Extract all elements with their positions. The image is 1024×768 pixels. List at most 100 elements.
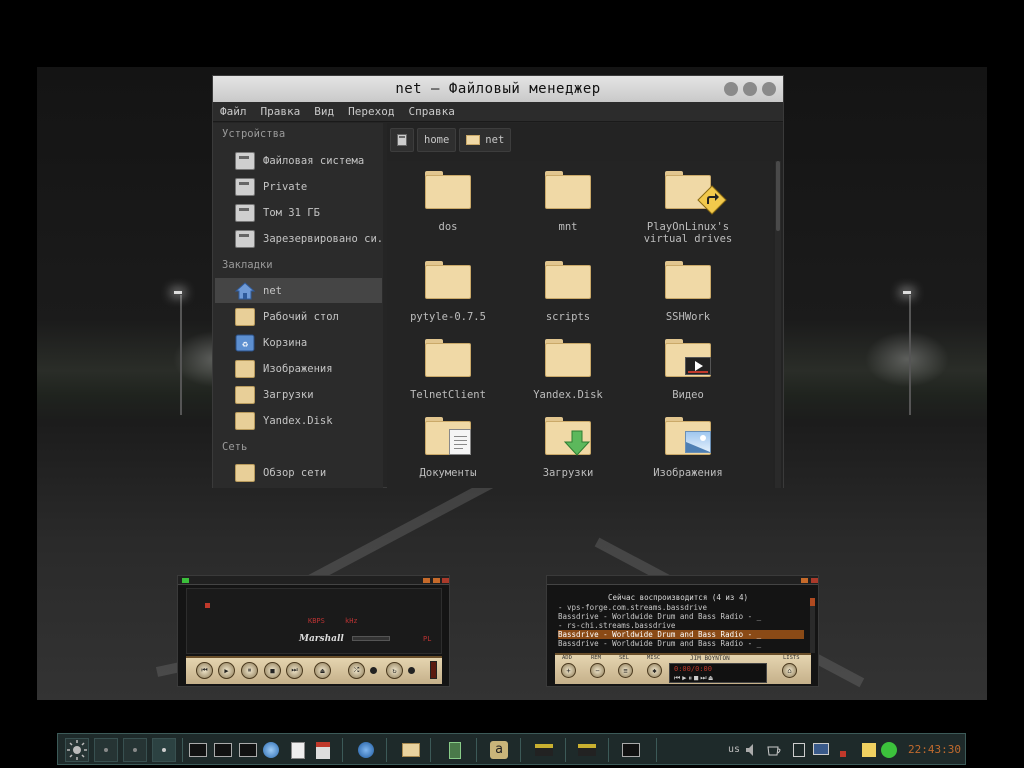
shuffle-button[interactable]: ⤮ [348, 662, 365, 679]
status-applet[interactable] [876, 740, 902, 760]
workspace-3[interactable] [152, 738, 176, 762]
window-titlebar[interactable]: net – Файловый менеджер [213, 76, 783, 102]
misc-button[interactable]: ✱ [647, 663, 662, 678]
playlist-row[interactable]: Bassdrive - Worldwide Drum and Bass Radi… [558, 612, 804, 621]
menu-file[interactable]: Файл [220, 105, 247, 118]
player-menu-icon[interactable] [182, 578, 189, 583]
minimize-button[interactable] [724, 82, 738, 96]
sidebar-item-trash[interactable]: ♻ Корзина [215, 330, 382, 355]
balance-slider[interactable] [352, 636, 390, 641]
terminal-launcher[interactable] [236, 740, 262, 760]
taskbar-separator [342, 738, 343, 762]
menu-go[interactable]: Переход [348, 105, 394, 118]
select-button[interactable]: ≡ [618, 663, 633, 678]
terminal-task[interactable] [618, 740, 644, 760]
mini-transport-buttons[interactable]: ⏮▶⏸■⏭⏏ [674, 674, 715, 683]
file-item-video[interactable]: Видео [629, 339, 747, 401]
playlist-close-button[interactable] [811, 578, 818, 583]
file-item-telnetclient[interactable]: TelnetClient [389, 339, 507, 401]
menu-help[interactable]: Справка [408, 105, 454, 118]
player-minimize-button[interactable] [423, 578, 430, 583]
workspace-1[interactable] [94, 738, 118, 762]
package-icon [316, 742, 330, 759]
clock[interactable]: 22:43:30 [908, 743, 961, 756]
terminal-launcher[interactable] [211, 740, 237, 760]
workspace-2[interactable] [123, 738, 147, 762]
file-item-yandex-disk[interactable]: Yandex.Disk [509, 339, 627, 401]
player-close-button[interactable] [442, 578, 449, 583]
add-button[interactable]: + [561, 663, 576, 678]
file-item-mnt[interactable]: mnt [509, 171, 627, 233]
playlist-row[interactable]: - rs-chi.streams.bassdrive [558, 621, 804, 630]
path-root-button[interactable] [390, 128, 414, 152]
keyboard-layout-indicator[interactable]: us [728, 744, 740, 755]
menu-view[interactable]: Вид [314, 105, 334, 118]
editor-task[interactable] [442, 740, 468, 760]
network-icon [235, 463, 255, 482]
sidebar-item-filesystem[interactable]: Файловая система [215, 148, 382, 173]
repeat-button[interactable]: ↻ [386, 662, 403, 679]
scrollbar[interactable] [775, 161, 781, 488]
pause-button[interactable]: ⏸ [241, 662, 258, 679]
path-segment-net[interactable]: net [459, 128, 512, 152]
file-manager-task[interactable] [398, 740, 424, 760]
previous-button[interactable]: ⏮ [196, 662, 213, 679]
player-titlebar[interactable] [178, 576, 449, 585]
file-item-playonlinux[interactable]: PlayOnLinux's virtual drives [629, 171, 747, 245]
file-item-sshwork[interactable]: SSHWork [629, 261, 747, 323]
lists-button[interactable]: ⌂ [782, 663, 797, 678]
folder-icon [425, 261, 471, 299]
volume-switch[interactable] [430, 661, 437, 679]
file-item-pytyle[interactable]: pytyle-0.7.5 [389, 261, 507, 323]
task-button[interactable] [574, 740, 600, 760]
next-button[interactable]: ⏭ [286, 662, 303, 679]
menu-edit[interactable]: Правка [261, 105, 301, 118]
signal-applet[interactable] [832, 740, 858, 760]
player-shade-button[interactable] [433, 578, 440, 583]
sidebar-item-yandex-disk[interactable]: Yandex.Disk [215, 408, 382, 433]
file-item-downloads[interactable]: Загрузки [509, 417, 627, 479]
playlist-scrollbar[interactable] [810, 598, 815, 653]
task-button[interactable] [531, 740, 557, 760]
close-button[interactable] [762, 82, 776, 96]
sidebar-item-desktop[interactable]: Рабочий стол [215, 304, 382, 329]
weather-applet[interactable] [65, 738, 89, 762]
file-item-dos[interactable]: dos [389, 171, 507, 233]
file-item-documents[interactable]: Документы [389, 417, 507, 479]
sidebar-item-reserved[interactable]: Зарезервировано си... [215, 226, 382, 251]
playlist-row-selected[interactable]: Bassdrive - Worldwide Drum and Bass Radi… [558, 630, 804, 639]
browser-task[interactable] [353, 740, 379, 760]
sidebar-item-private[interactable]: Private [215, 174, 382, 199]
repeat-indicator[interactable] [370, 667, 377, 674]
misc-label: MISC [647, 655, 661, 661]
remove-button[interactable]: − [590, 663, 605, 678]
file-item-scripts[interactable]: scripts [509, 261, 627, 323]
sidebar-item-downloads[interactable]: Загрузки [215, 382, 382, 407]
text-editor-launcher[interactable] [286, 740, 312, 760]
sidebar-item-pictures[interactable]: Изображения [215, 356, 382, 381]
install-launcher[interactable] [311, 740, 337, 760]
stop-button[interactable]: ■ [264, 662, 281, 679]
terminal-icon [622, 743, 640, 757]
maximize-button[interactable] [743, 82, 757, 96]
sidebar-item-volume[interactable]: Том 31 ГБ [215, 200, 382, 225]
sidebar-item-net[interactable]: net [215, 278, 382, 303]
eq-indicator[interactable] [408, 667, 415, 674]
file-grid: dos mnt PlayOnLinux's virtual drives pyt… [387, 161, 773, 488]
audio-player-task[interactable]: a [486, 740, 512, 760]
playlist-shade-button[interactable] [801, 578, 808, 583]
playlist-toggle[interactable]: PL [423, 635, 431, 643]
playlist-titlebar[interactable] [547, 576, 818, 585]
scrollbar-thumb[interactable] [776, 161, 780, 231]
playlist-row[interactable]: Bassdrive - Worldwide Drum and Bass Radi… [558, 639, 804, 648]
terminal-launcher[interactable] [186, 740, 212, 760]
network-launcher[interactable] [261, 740, 287, 760]
playlist-row[interactable]: - vps-forge.com.streams.bassdrive [558, 603, 804, 612]
eject-button[interactable]: ⏏ [314, 662, 331, 679]
file-item-pictures[interactable]: Изображения [629, 417, 747, 479]
path-segment-home[interactable]: home [417, 128, 457, 152]
folder-icon [235, 411, 255, 430]
cup-icon [767, 746, 781, 756]
play-button[interactable]: ▶ [218, 662, 235, 679]
sidebar-item-network-browse[interactable]: Обзор сети [215, 460, 382, 485]
